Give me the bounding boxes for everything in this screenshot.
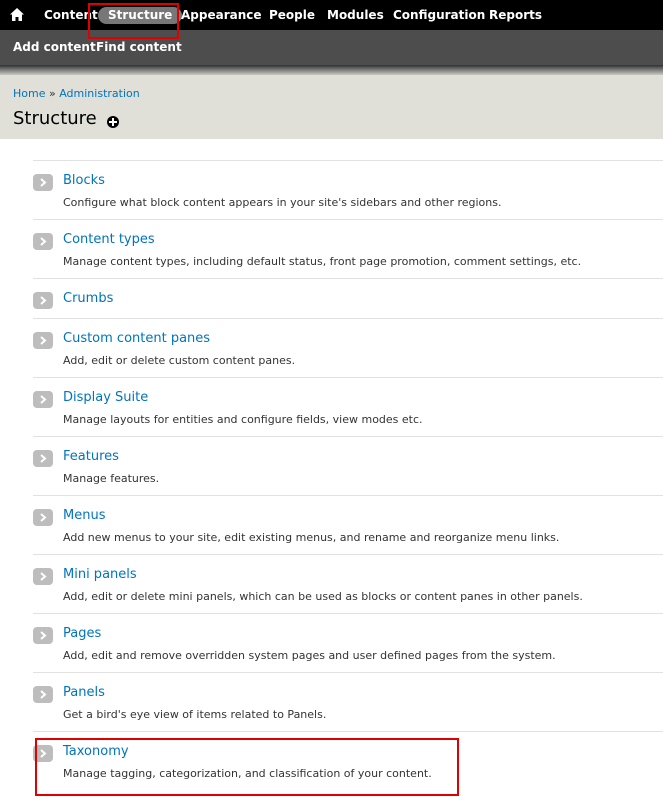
toolbar-item-reports[interactable]: Reports	[489, 7, 542, 24]
shortcut-add-content[interactable]: Add content	[13, 40, 96, 54]
add-shortcut-icon[interactable]	[107, 116, 119, 128]
chevron-right-icon	[33, 391, 53, 408]
breadcrumb: Home » Administration	[13, 87, 140, 100]
list-item-mini-panels: Mini panels Add, edit or delete mini pan…	[33, 554, 663, 613]
page-title: Structure	[13, 108, 97, 129]
item-description: Configure what block content appears in …	[63, 196, 502, 209]
item-title-link[interactable]: Mini panels	[63, 567, 137, 582]
chevron-right-icon	[33, 686, 53, 703]
toolbar-shadow	[0, 65, 663, 75]
page-header: Home » Administration Structure	[0, 75, 663, 139]
highlight-box-structure	[88, 3, 179, 39]
chevron-right-icon	[33, 233, 53, 250]
chevron-right-icon	[33, 292, 53, 309]
item-title-link[interactable]: Content types	[63, 232, 155, 247]
toolbar-item-appearance[interactable]: Appearance	[181, 7, 262, 24]
item-description: Manage layouts for entities and configur…	[63, 413, 423, 426]
list-item-panels: Panels Get a bird's eye view of items re…	[33, 672, 663, 731]
list-item-custom-content-panes: Custom content panes Add, edit or delete…	[33, 318, 663, 377]
item-description: Add, edit and remove overridden system p…	[63, 649, 556, 662]
chevron-right-icon	[33, 332, 53, 349]
chevron-right-icon	[33, 509, 53, 526]
item-title-link[interactable]: Features	[63, 449, 119, 464]
item-description: Add, edit or delete mini panels, which c…	[63, 590, 583, 603]
item-description: Get a bird's eye view of items related t…	[63, 708, 327, 721]
item-title-link[interactable]: Display Suite	[63, 390, 148, 405]
breadcrumb-administration[interactable]: Administration	[59, 87, 140, 100]
item-title-link[interactable]: Crumbs	[63, 291, 113, 306]
item-title-link[interactable]: Blocks	[63, 173, 105, 188]
list-item-display-suite: Display Suite Manage layouts for entitie…	[33, 377, 663, 436]
item-description: Add new menus to your site, edit existin…	[63, 531, 560, 544]
chevron-right-icon	[33, 627, 53, 644]
list-item-blocks: Blocks Configure what block content appe…	[33, 160, 663, 219]
home-icon[interactable]	[10, 8, 24, 21]
item-description: Manage features.	[63, 472, 160, 485]
item-title-link[interactable]: Custom content panes	[63, 331, 210, 346]
list-item-pages: Pages Add, edit and remove overridden sy…	[33, 613, 663, 672]
chevron-right-icon	[33, 450, 53, 467]
highlight-box-taxonomy	[35, 738, 459, 796]
list-item-features: Features Manage features.	[33, 436, 663, 495]
item-description: Add, edit or delete custom content panes…	[63, 354, 296, 367]
breadcrumb-separator: »	[48, 87, 56, 100]
list-item-crumbs: Crumbs	[33, 278, 663, 318]
toolbar-item-configuration[interactable]: Configuration	[393, 7, 485, 24]
chevron-right-icon	[33, 174, 53, 191]
item-title-link[interactable]: Panels	[63, 685, 105, 700]
list-item-menus: Menus Add new menus to your site, edit e…	[33, 495, 663, 554]
item-title-link[interactable]: Pages	[63, 626, 101, 641]
list-item-content-types: Content types Manage content types, incl…	[33, 219, 663, 278]
toolbar-item-modules[interactable]: Modules	[327, 7, 384, 24]
shortcut-find-content[interactable]: Find content	[96, 40, 182, 54]
breadcrumb-home[interactable]: Home	[13, 87, 45, 100]
item-title-link[interactable]: Menus	[63, 508, 105, 523]
admin-list: Blocks Configure what block content appe…	[33, 160, 663, 790]
item-description: Manage content types, including default …	[63, 255, 582, 268]
chevron-right-icon	[33, 568, 53, 585]
toolbar-item-people[interactable]: People	[269, 7, 315, 24]
